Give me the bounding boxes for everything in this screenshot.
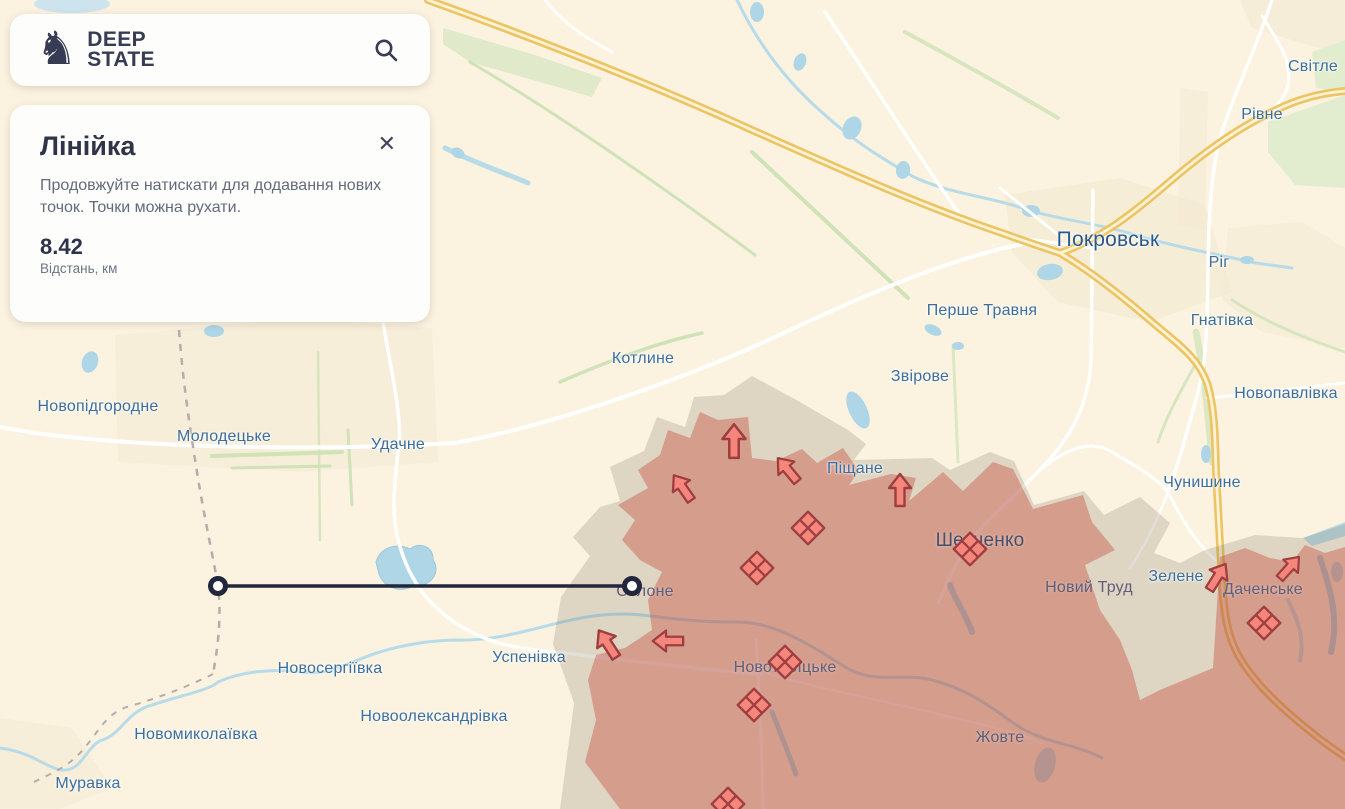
close-ruler-button[interactable]: ✕	[374, 131, 400, 157]
search-button[interactable]	[368, 32, 404, 68]
brand-line1: DEEP	[87, 30, 155, 50]
ruler-endpoint-2[interactable]	[625, 579, 640, 594]
logo-card: ♞ DEEP STATE	[10, 14, 430, 86]
deepstate-knight-icon: ♞	[36, 25, 77, 71]
ruler-instructions: Продовжуйте натискати для додавання нови…	[40, 175, 396, 219]
search-icon	[372, 36, 400, 64]
ruler-panel: Лінійка ✕ Продовжуйте натискати для дода…	[10, 105, 430, 322]
ruler-distance-label: Відстань, км	[40, 261, 400, 276]
brand-line2: STATE	[87, 50, 155, 70]
ruler-distance-value: 8.42	[40, 234, 400, 260]
ruler-panel-title: Лінійка	[40, 131, 135, 162]
deepstate-logo: DEEP STATE	[87, 30, 155, 70]
ruler-endpoint-1[interactable]	[211, 579, 226, 594]
